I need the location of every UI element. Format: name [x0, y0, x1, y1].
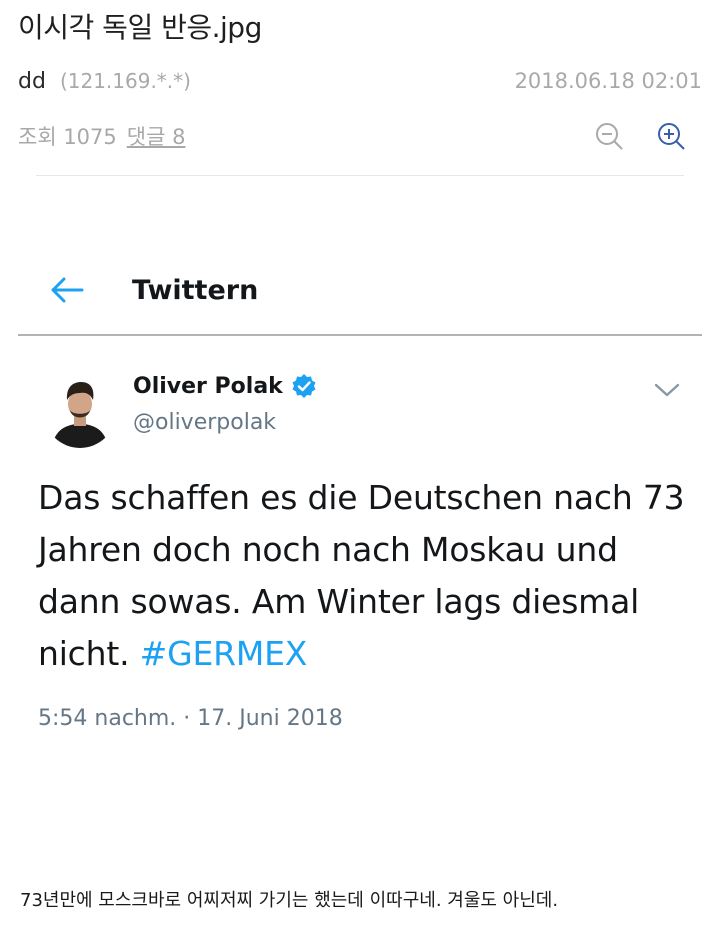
post-date: 2018.06.18 02:01	[514, 69, 702, 93]
avatar-image	[44, 368, 116, 448]
post-page: 이시각 독일 반응.jpg dd (121.169.*.*) 2018.06.1…	[0, 0, 720, 934]
comment-count-link[interactable]: 댓글 8	[127, 121, 186, 151]
post-caption: 73년만에 모스크바로 어찌저찌 가기는 했는데 이따구네. 겨울도 아닌데.	[20, 890, 559, 911]
zoom-tools	[592, 119, 688, 153]
back-arrow-icon	[51, 277, 84, 303]
zoom-in-icon	[658, 123, 685, 150]
avatar[interactable]	[44, 368, 116, 448]
post-stats: 조회 1075 댓글 8	[18, 116, 702, 156]
chevron-down-icon	[654, 383, 680, 397]
author-ip: (121.169.*.*)	[59, 68, 191, 93]
post-title: 이시각 독일 반응.jpg	[18, 11, 262, 44]
tweet-author-row: Oliver Polak	[133, 373, 317, 399]
zoom-out-button[interactable]	[592, 119, 626, 153]
post-meta: dd (121.169.*.*) 2018.06.18 02:01	[18, 64, 702, 98]
stats-group: 조회 1075 댓글 8	[18, 121, 185, 151]
zoom-in-button[interactable]	[654, 119, 688, 153]
verified-badge-icon	[292, 374, 316, 398]
header-divider	[36, 175, 684, 176]
back-button[interactable]	[50, 270, 100, 310]
tweet-timestamp: 5:54 nachm. · 17. Juni 2018	[38, 706, 343, 731]
tweet-text: Das schaffen es die Deutschen nach 73 Ja…	[38, 472, 698, 680]
tweet-author-name[interactable]: Oliver Polak	[133, 374, 283, 399]
twitter-header-divider	[18, 334, 702, 336]
view-count: 조회 1075	[18, 125, 117, 149]
author-name[interactable]: dd	[18, 69, 46, 94]
tweet-body: Das schaffen es die Deutschen nach 73 Ja…	[38, 478, 685, 673]
twitter-page-title: Twittern	[132, 274, 259, 306]
tweet-author-handle[interactable]: @oliverpolak	[133, 410, 276, 435]
zoom-out-icon	[596, 123, 623, 150]
hashtag-link[interactable]: #GERMEX	[140, 634, 308, 673]
tweet-menu-button[interactable]	[650, 376, 684, 404]
twitter-header: Twittern	[18, 262, 702, 318]
author-info: dd (121.169.*.*)	[18, 69, 191, 94]
